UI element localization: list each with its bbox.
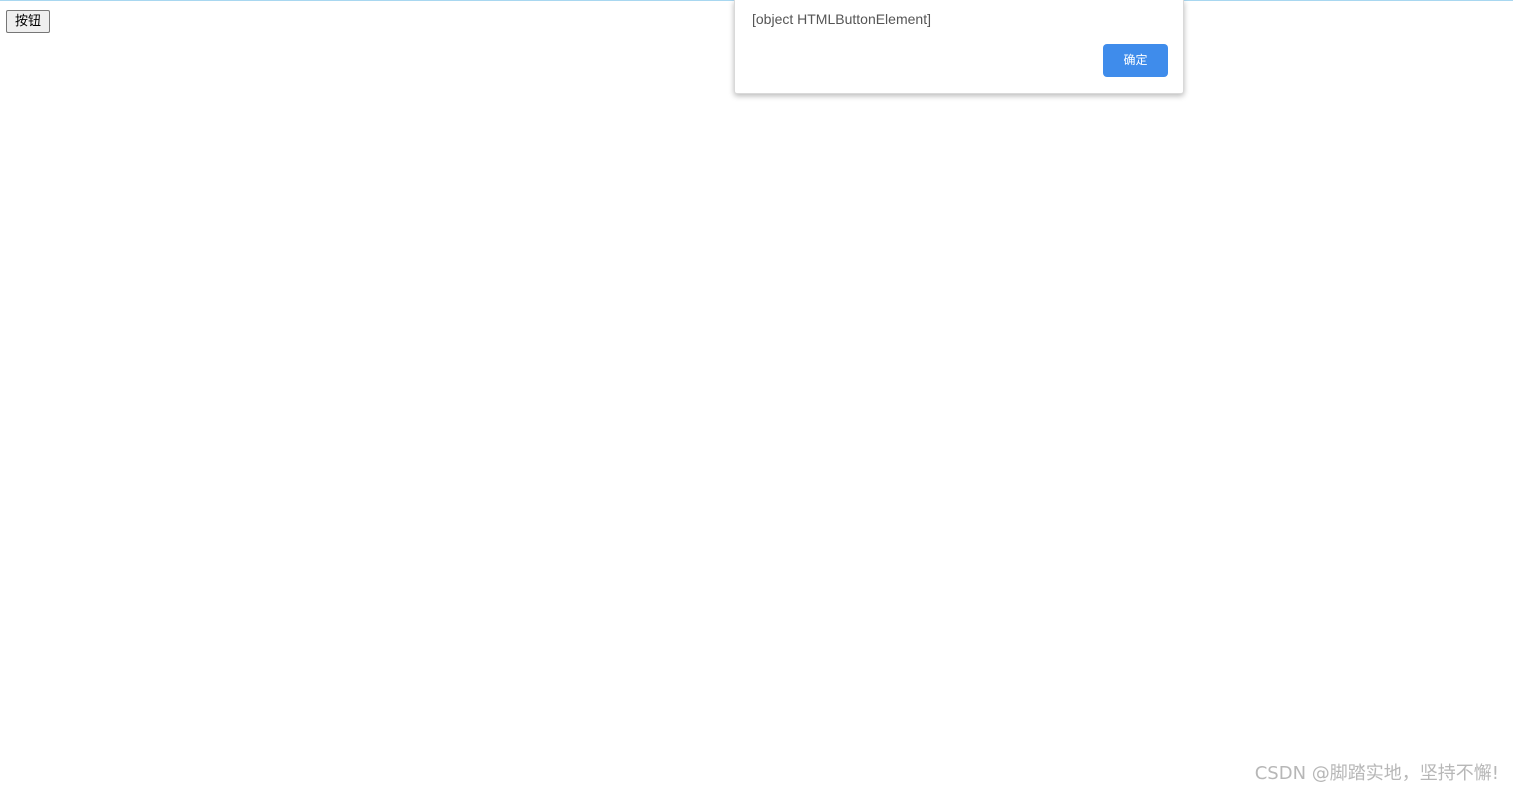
- alert-dialog: [object HTMLButtonElement] 确定: [734, 0, 1184, 94]
- ok-button[interactable]: 确定: [1103, 44, 1168, 77]
- page-button[interactable]: 按钮: [6, 10, 50, 33]
- watermark: CSDN @脚踏实地，坚持不懈!: [1254, 763, 1499, 784]
- alert-message: [object HTMLButtonElement]: [752, 11, 931, 27]
